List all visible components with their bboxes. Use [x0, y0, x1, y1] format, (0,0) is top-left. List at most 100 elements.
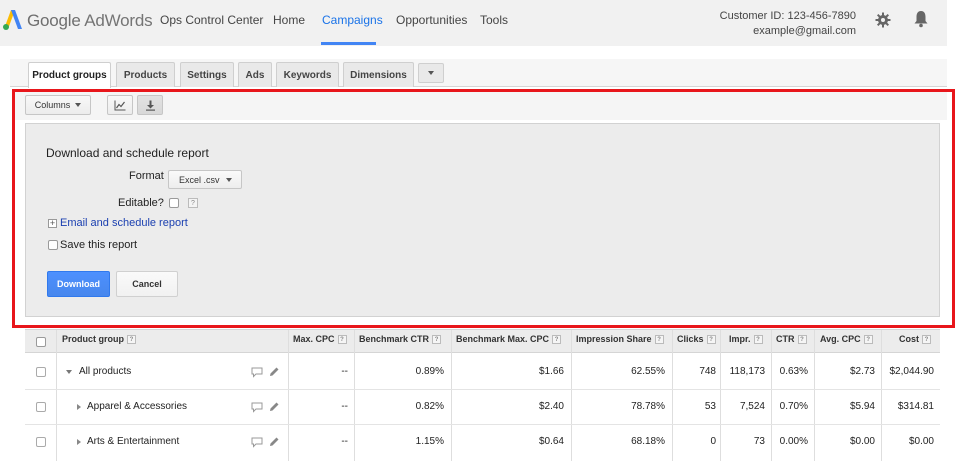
select-all-checkbox[interactable] — [36, 337, 46, 347]
column-divider — [56, 330, 57, 461]
impr-cell: 73 — [753, 436, 765, 447]
col-label: Benchmark Max. CPC — [456, 334, 550, 344]
benchmark-ctr-cell: 0.82% — [415, 401, 444, 412]
comment-icon[interactable] — [251, 437, 263, 448]
product-group-name[interactable]: Arts & Entertainment — [87, 436, 179, 447]
tab-products[interactable]: Products — [116, 62, 175, 87]
expand-icon[interactable] — [77, 404, 81, 410]
tab-settings[interactable]: Settings — [180, 62, 234, 87]
tab-keywords[interactable]: Keywords — [276, 62, 339, 87]
account-info[interactable]: Customer ID: 123-456-7890 example@gmail.… — [720, 9, 856, 39]
tab-more-dropdown[interactable] — [418, 63, 444, 83]
nav-ops-control-center[interactable]: Ops Control Center — [160, 13, 263, 27]
benchmark-max-cpc-cell: $0.64 — [538, 436, 564, 447]
benchmark-max-cpc-cell: $2.40 — [538, 401, 564, 412]
bell-icon[interactable] — [913, 10, 929, 28]
help-icon[interactable]: ? — [127, 334, 136, 344]
account-email: example@gmail.com — [753, 25, 856, 37]
col-label: Impression Share — [576, 334, 652, 344]
col-label: Product group — [62, 334, 124, 344]
customer-id: Customer ID: 123-456-7890 — [719, 10, 856, 22]
cost-cell: $314.81 — [897, 401, 934, 412]
clicks-cell: 0 — [710, 436, 716, 447]
nav-campaigns[interactable]: Campaigns — [322, 13, 383, 27]
column-divider — [354, 330, 355, 461]
max-cpc-cell: -- — [341, 366, 348, 377]
column-divider — [288, 330, 289, 461]
avg-cpc-cell: $2.73 — [849, 366, 875, 377]
col-cost[interactable]: Cost? — [899, 334, 931, 344]
row-divider — [25, 424, 940, 425]
help-icon[interactable]: ? — [797, 334, 807, 344]
col-label: Impr. — [729, 334, 751, 344]
row-checkbox[interactable] — [36, 437, 46, 447]
help-icon[interactable]: ? — [922, 334, 931, 344]
tab-ads[interactable]: Ads — [238, 62, 272, 87]
comment-icon[interactable] — [251, 367, 263, 378]
product-group-name[interactable]: Apparel & Accessories — [87, 401, 187, 412]
row-checkbox[interactable] — [36, 402, 46, 412]
comment-icon[interactable] — [251, 402, 263, 413]
help-icon[interactable]: ? — [552, 334, 562, 344]
col-clicks[interactable]: Clicks? — [677, 334, 716, 344]
brand-title[interactable]: Google AdWords — [27, 11, 153, 31]
impression-share-cell: 68.18% — [631, 436, 665, 447]
max-cpc-cell: -- — [341, 401, 348, 412]
help-icon[interactable]: ? — [753, 334, 763, 344]
max-cpc-cell: -- — [341, 436, 348, 447]
nav-home[interactable]: Home — [273, 13, 305, 27]
collapse-icon[interactable] — [66, 370, 72, 374]
col-impr[interactable]: Impr.? — [729, 334, 763, 344]
tab-dimensions[interactable]: Dimensions — [343, 62, 414, 87]
benchmark-max-cpc-cell: $1.66 — [538, 366, 564, 377]
gear-icon[interactable] — [875, 12, 891, 28]
ctr-cell: 0.70% — [779, 401, 808, 412]
col-label: CTR — [776, 334, 795, 344]
col-label: Cost — [899, 334, 919, 344]
col-label: Clicks — [677, 334, 704, 344]
benchmark-ctr-cell: 0.89% — [415, 366, 444, 377]
expand-icon[interactable] — [77, 439, 81, 445]
row-checkbox[interactable] — [36, 367, 46, 377]
nav-opportunities[interactable]: Opportunities — [396, 13, 467, 27]
cost-cell: $0.00 — [908, 436, 934, 447]
highlight-box — [12, 89, 955, 328]
help-icon[interactable]: ? — [654, 334, 664, 344]
col-avg-cpc[interactable]: Avg. CPC? — [820, 334, 873, 344]
chevron-down-icon — [428, 71, 434, 75]
help-icon[interactable]: ? — [863, 334, 873, 344]
col-product-group[interactable]: Product group? — [62, 334, 136, 344]
col-label: Avg. CPC — [820, 334, 861, 344]
brand-google: Google — [27, 11, 81, 30]
col-label: Max. CPC — [293, 334, 335, 344]
column-divider — [814, 330, 815, 461]
help-icon[interactable]: ? — [337, 334, 347, 344]
row-divider — [25, 389, 940, 390]
benchmark-ctr-cell: 1.15% — [415, 436, 444, 447]
pencil-icon[interactable] — [268, 366, 280, 377]
cost-cell: $2,044.90 — [889, 366, 935, 377]
col-label: Benchmark CTR — [359, 334, 430, 344]
ctr-cell: 0.00% — [779, 436, 808, 447]
product-group-name[interactable]: All products — [79, 366, 131, 377]
impression-share-cell: 78.78% — [631, 401, 665, 412]
impr-cell: 118,173 — [729, 366, 765, 377]
column-divider — [720, 330, 721, 461]
avg-cpc-cell: $5.94 — [849, 401, 875, 412]
ctr-cell: 0.63% — [779, 366, 808, 377]
col-max-cpc[interactable]: Max. CPC? — [293, 334, 347, 344]
pencil-icon[interactable] — [268, 401, 280, 412]
col-ctr[interactable]: CTR? — [776, 334, 807, 344]
impr-cell: 7,524 — [739, 401, 765, 412]
col-benchmark-max-cpc[interactable]: Benchmark Max. CPC? — [456, 334, 562, 344]
pencil-icon[interactable] — [268, 436, 280, 447]
tab-product-groups[interactable]: Product groups — [28, 62, 111, 88]
column-divider — [672, 330, 673, 461]
adwords-logo-icon[interactable] — [2, 7, 24, 31]
help-icon[interactable]: ? — [706, 334, 716, 344]
column-divider — [571, 330, 572, 461]
help-icon[interactable]: ? — [432, 334, 442, 344]
col-benchmark-ctr[interactable]: Benchmark CTR? — [359, 334, 442, 344]
col-impression-share[interactable]: Impression Share? — [576, 334, 664, 344]
nav-tools[interactable]: Tools — [480, 13, 508, 27]
